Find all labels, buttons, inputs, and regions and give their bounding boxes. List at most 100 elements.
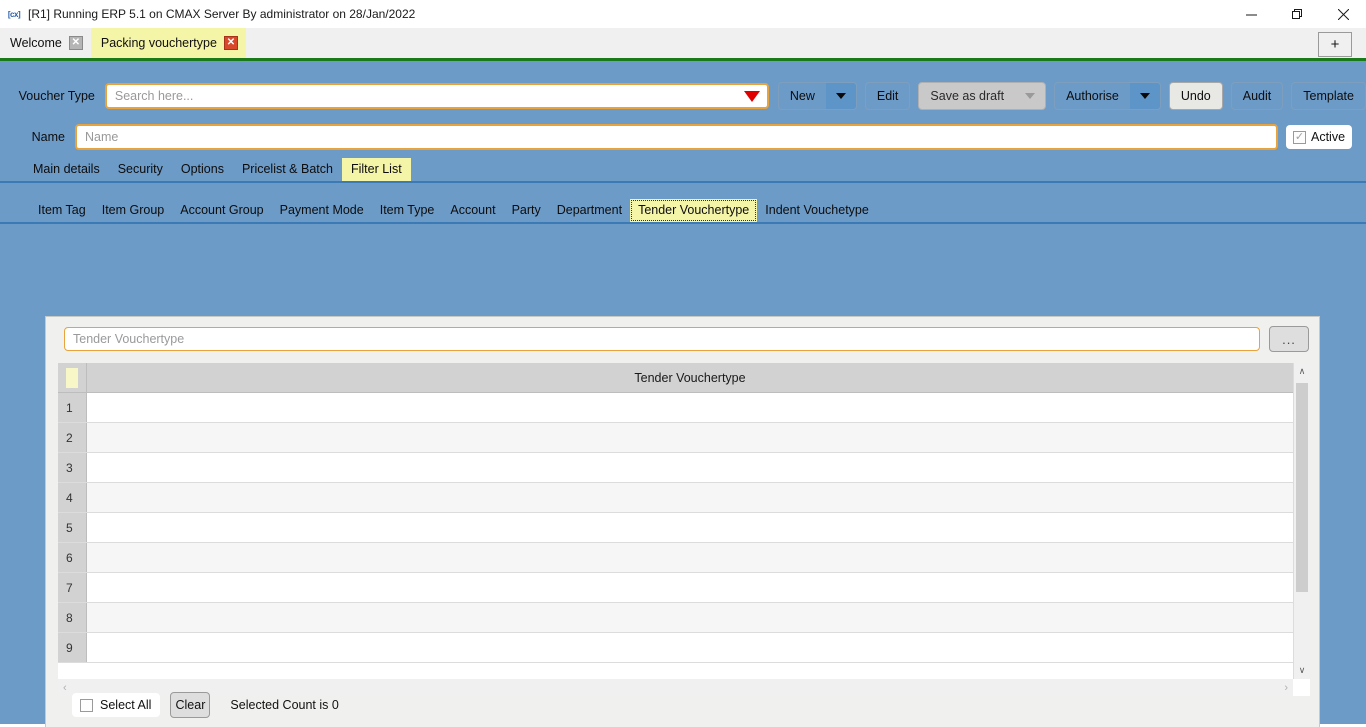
- active-checkbox-label: Active: [1311, 130, 1345, 144]
- tab-filter-list[interactable]: Filter List: [342, 158, 411, 181]
- tender-vouchertype-filter-input[interactable]: [64, 327, 1260, 351]
- workspace: Voucher Type New Edit Save as draft Auth…: [0, 61, 1366, 724]
- grid-main: Tender Vouchertype 1 2 3: [58, 363, 1293, 679]
- name-input[interactable]: [75, 124, 1278, 150]
- row-number: 1: [58, 393, 87, 422]
- tab-options[interactable]: Options: [172, 158, 233, 181]
- voucher-type-search-input[interactable]: [105, 83, 769, 109]
- row-number: 5: [58, 513, 87, 542]
- document-tab-welcome[interactable]: Welcome ✕: [0, 28, 91, 58]
- subtab-item-type[interactable]: Item Type: [372, 199, 443, 222]
- audit-button[interactable]: Audit: [1231, 82, 1284, 110]
- table-row[interactable]: 7: [58, 573, 1293, 603]
- row-number: 6: [58, 543, 87, 572]
- row-cell-tender-vouchertype[interactable]: [87, 633, 1293, 662]
- grid-select-all-corner[interactable]: [58, 363, 87, 392]
- voucher-type-search-wrap: [105, 83, 769, 109]
- new-button[interactable]: New: [778, 82, 857, 110]
- row-cell-tender-vouchertype[interactable]: [87, 513, 1293, 542]
- select-all-checkbox[interactable]: ✓ Select All: [72, 693, 160, 717]
- tab-main-details[interactable]: Main details: [24, 158, 109, 181]
- close-icon[interactable]: [1320, 0, 1366, 28]
- row-number: 4: [58, 483, 87, 512]
- row-cell-tender-vouchertype[interactable]: [87, 603, 1293, 632]
- selected-count-text: Selected Count is 0: [230, 698, 338, 712]
- audit-button-label: Audit: [1232, 89, 1283, 103]
- save-as-draft-button[interactable]: Save as draft: [918, 82, 1046, 110]
- subtab-account[interactable]: Account: [442, 199, 503, 222]
- new-tab-button[interactable]: +: [1318, 32, 1352, 57]
- action-toolbar: New Edit Save as draft Authorise Undo Au…: [778, 82, 1366, 110]
- clear-button[interactable]: Clear: [170, 692, 210, 718]
- row-cell-tender-vouchertype[interactable]: [87, 393, 1293, 422]
- document-tab-label: Welcome: [10, 36, 62, 50]
- template-button[interactable]: Template: [1291, 82, 1366, 110]
- vertical-scroll-track[interactable]: [1294, 380, 1310, 662]
- row-number: 3: [58, 453, 87, 482]
- authorise-button[interactable]: Authorise: [1054, 82, 1161, 110]
- subtab-indent-vouchetype[interactable]: Indent Vouchetype: [757, 199, 877, 222]
- window-titlebar: [cx] [R1] Running ERP 5.1 on CMAX Server…: [0, 0, 1366, 28]
- subtab-department[interactable]: Department: [549, 199, 630, 222]
- scroll-left-icon[interactable]: ‹: [63, 682, 67, 694]
- close-icon[interactable]: ✕: [69, 36, 83, 50]
- voucher-type-row: Voucher Type New Edit Save as draft Auth…: [0, 61, 1366, 115]
- name-row: Name ✓ Active: [0, 115, 1366, 155]
- vertical-scroll-thumb[interactable]: [1296, 383, 1308, 592]
- row-cell-tender-vouchertype[interactable]: [87, 423, 1293, 452]
- document-tab-packing-vouchertype[interactable]: Packing vouchertype ✕: [91, 28, 246, 58]
- grid-vertical-scrollbar[interactable]: ∧ ∨: [1293, 363, 1310, 679]
- app-logo-icon: [cx]: [6, 6, 22, 22]
- table-row[interactable]: 8: [58, 603, 1293, 633]
- table-row[interactable]: 4: [58, 483, 1293, 513]
- table-row[interactable]: 2: [58, 423, 1293, 453]
- tab-pricelist-and-batch[interactable]: Pricelist & Batch: [233, 158, 342, 181]
- minimize-icon[interactable]: [1228, 0, 1274, 28]
- row-number: 2: [58, 423, 87, 452]
- table-row[interactable]: 9: [58, 633, 1293, 663]
- table-row[interactable]: 5: [58, 513, 1293, 543]
- subtab-payment-mode[interactable]: Payment Mode: [272, 199, 372, 222]
- template-button-label: Template: [1292, 89, 1365, 103]
- name-label: Name: [0, 130, 75, 144]
- chevron-down-icon[interactable]: [1130, 83, 1160, 109]
- row-cell-tender-vouchertype[interactable]: [87, 453, 1293, 482]
- save-as-draft-label: Save as draft: [919, 89, 1015, 103]
- voucher-type-label: Voucher Type: [0, 89, 105, 103]
- tab-security[interactable]: Security: [109, 158, 172, 181]
- row-number: 8: [58, 603, 87, 632]
- more-options-button[interactable]: ...: [1269, 326, 1309, 352]
- primary-tabs: Main details Security Options Pricelist …: [0, 155, 1366, 183]
- subtab-item-group[interactable]: Item Group: [94, 199, 173, 222]
- grid-header-row: Tender Vouchertype: [58, 363, 1293, 393]
- scroll-up-icon[interactable]: ∧: [1294, 363, 1310, 380]
- table-row[interactable]: 3: [58, 453, 1293, 483]
- active-checkbox[interactable]: ✓ Active: [1286, 125, 1352, 149]
- subtab-party[interactable]: Party: [504, 199, 549, 222]
- table-row[interactable]: 6: [58, 543, 1293, 573]
- scroll-down-icon[interactable]: ∨: [1294, 662, 1310, 679]
- panel-footer: ✓ Select All Clear Selected Count is 0: [72, 692, 339, 718]
- scroll-right-icon[interactable]: ›: [1284, 682, 1288, 694]
- subtab-item-tag[interactable]: Item Tag: [30, 199, 94, 222]
- undo-button[interactable]: Undo: [1169, 82, 1223, 110]
- new-button-label: New: [779, 89, 826, 103]
- restore-icon[interactable]: [1274, 0, 1320, 28]
- undo-button-label: Undo: [1170, 89, 1222, 103]
- grid-column-header-tender-vouchertype[interactable]: Tender Vouchertype: [87, 363, 1293, 392]
- secondary-tabs: Item Tag Item Group Account Group Paymen…: [0, 196, 1366, 224]
- subtab-tender-vouchertype[interactable]: Tender Vouchertype: [630, 199, 757, 222]
- chevron-down-icon[interactable]: [826, 83, 856, 109]
- authorise-button-label: Authorise: [1055, 89, 1130, 103]
- row-cell-tender-vouchertype[interactable]: [87, 543, 1293, 572]
- row-cell-tender-vouchertype[interactable]: [87, 483, 1293, 512]
- edit-button[interactable]: Edit: [865, 82, 911, 110]
- row-cell-tender-vouchertype[interactable]: [87, 573, 1293, 602]
- subtab-account-group[interactable]: Account Group: [172, 199, 271, 222]
- close-icon[interactable]: ✕: [224, 36, 238, 50]
- checkmark-icon: ✓: [1293, 131, 1306, 144]
- tender-vouchertype-grid: Tender Vouchertype 1 2 3: [58, 363, 1310, 679]
- grid-body: 1 2 3 4 5: [58, 393, 1293, 679]
- select-all-label: Select All: [100, 698, 151, 712]
- table-row[interactable]: 1: [58, 393, 1293, 423]
